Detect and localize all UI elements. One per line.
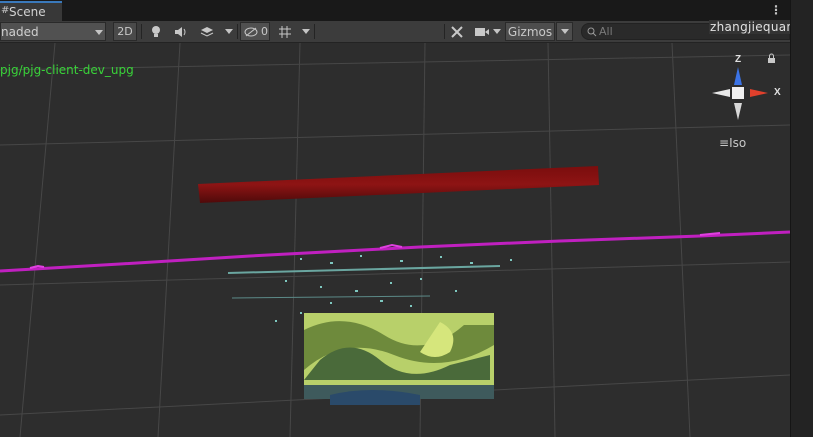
gizmos-label: Gizmos (507, 24, 553, 39)
scene-path-label: pjg/pjg-client-dev_upg (0, 63, 134, 77)
scene-visibility-toggle[interactable]: 0 (240, 22, 270, 41)
camera-dropdown-icon[interactable] (493, 29, 501, 34)
terrain-texture-object[interactable] (304, 313, 494, 405)
chevron-down-icon (95, 30, 103, 35)
lighting-toggle-button[interactable] (145, 22, 167, 41)
right-panel-edge (790, 0, 813, 437)
more-options-icon[interactable]: ⋮ (770, 3, 782, 17)
effects-dropdown-icon[interactable] (225, 29, 233, 34)
chevron-down-icon (560, 29, 569, 34)
lightbulb-icon (152, 25, 160, 37)
toolbar-divider (314, 24, 315, 39)
scene-toolbar: naded 2D 0 Gizmos All (0, 21, 790, 43)
camera-icon (475, 27, 489, 36)
gizmo-center-cube[interactable] (732, 87, 744, 99)
toolbar-divider (237, 24, 238, 39)
camera-settings-button[interactable] (471, 22, 493, 41)
search-icon (587, 27, 597, 37)
hidden-count: 0 (261, 25, 268, 38)
tab-scene[interactable]: # Scene (0, 1, 62, 21)
shading-mode-label: naded (1, 25, 39, 39)
toolbar-divider (444, 24, 445, 39)
shading-mode-dropdown[interactable]: naded (0, 22, 106, 41)
grid-icon (279, 25, 291, 38)
layers-icon (200, 26, 214, 37)
grid-toggle-button[interactable] (274, 22, 296, 41)
2d-label: 2D (117, 25, 133, 38)
gizmo-x-label: X (774, 87, 781, 98)
scene-viewport[interactable]: Z X (0, 43, 790, 437)
projection-label: Iso (729, 136, 747, 150)
speaker-icon (175, 26, 186, 37)
gizmos-button[interactable]: Gizmos (505, 22, 555, 41)
tab-bar: # Scene ⋮ (0, 0, 790, 22)
tab-label: Scene (9, 5, 46, 19)
menu-icon: ≡ (719, 136, 730, 150)
user-name: zhangjiequan (709, 20, 796, 34)
hidden-eye-icon (244, 27, 258, 36)
gizmos-dropdown-button[interactable] (556, 22, 573, 41)
toolbar-divider (141, 24, 142, 39)
tools-button[interactable] (447, 22, 467, 41)
audio-toggle-button[interactable] (170, 22, 192, 41)
projection-toggle[interactable]: ≡Iso (719, 136, 746, 150)
effects-toggle-button[interactable] (196, 22, 218, 41)
2d-toggle-button[interactable]: 2D (113, 22, 137, 41)
tools-icon (451, 25, 463, 38)
search-placeholder: All (599, 25, 613, 38)
gizmo-z-label: Z (735, 54, 741, 65)
grid-dropdown-icon[interactable] (302, 29, 310, 34)
